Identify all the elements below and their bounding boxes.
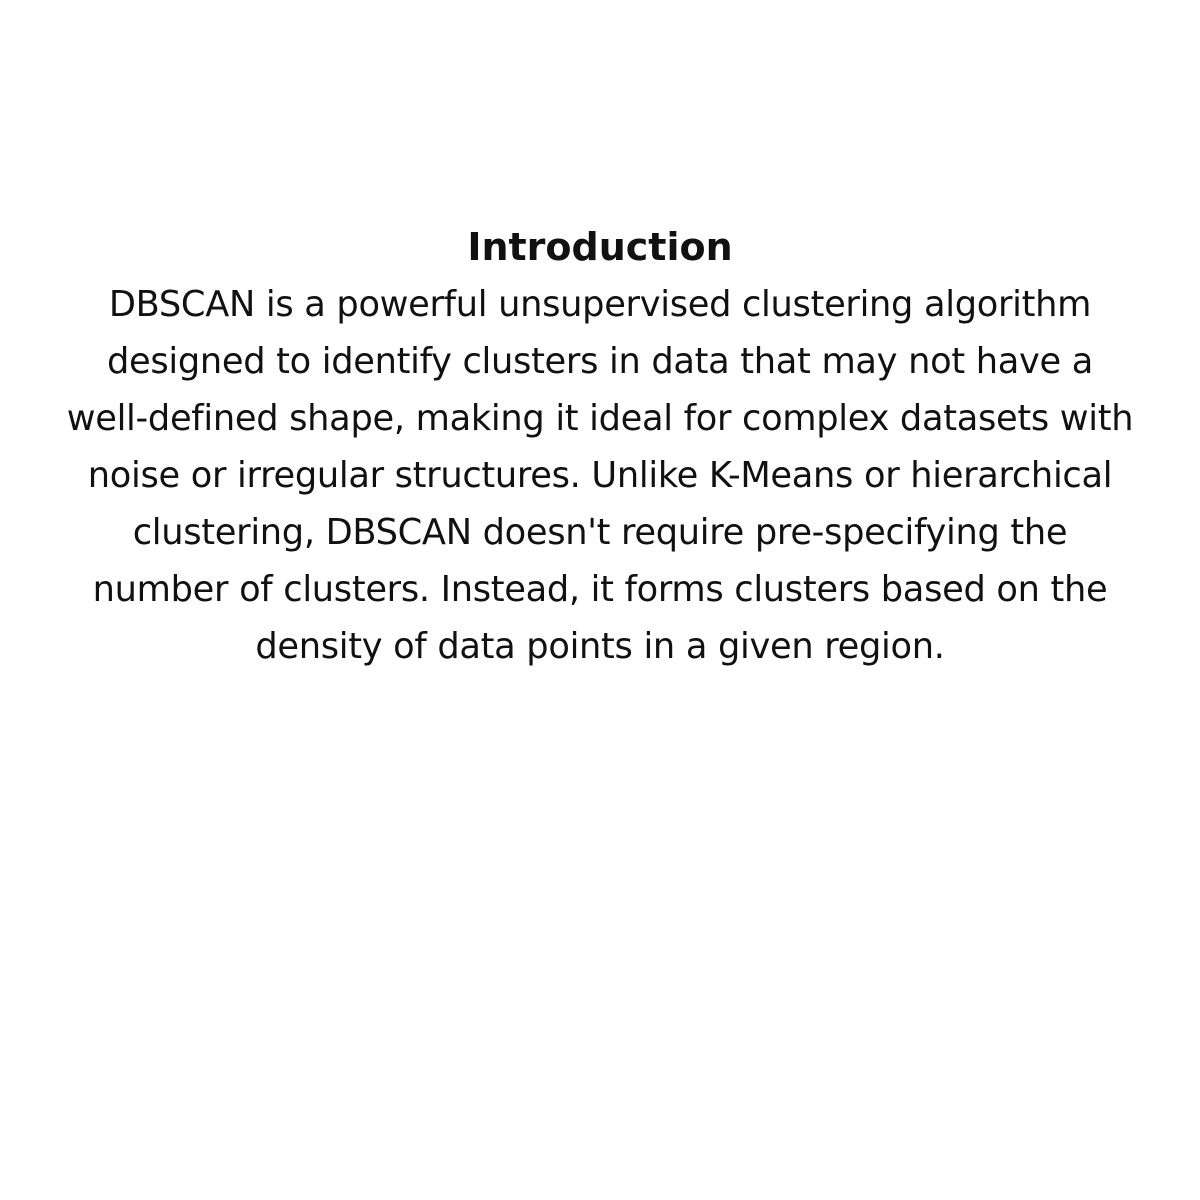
body-line: designed to identify clusters in data th… <box>106 341 1093 382</box>
body-line: DBSCAN is a powerful unsupervised cluste… <box>108 284 1092 325</box>
page: Introduction DBSCAN is a powerful unsupe… <box>0 0 1200 1200</box>
body-line: noise or irregular structures. Unlike K-… <box>87 455 1113 496</box>
body-line: density of data points in a given region… <box>255 626 945 667</box>
body-line: clustering, DBSCAN doesn't require pre-s… <box>132 512 1068 553</box>
text-block: Introduction DBSCAN is a powerful unsupe… <box>0 218 1200 675</box>
body-line: number of clusters. Instead, it forms cl… <box>92 569 1108 610</box>
page-title: Introduction <box>467 225 733 269</box>
body-line: well-defined shape, making it ideal for … <box>66 398 1134 439</box>
